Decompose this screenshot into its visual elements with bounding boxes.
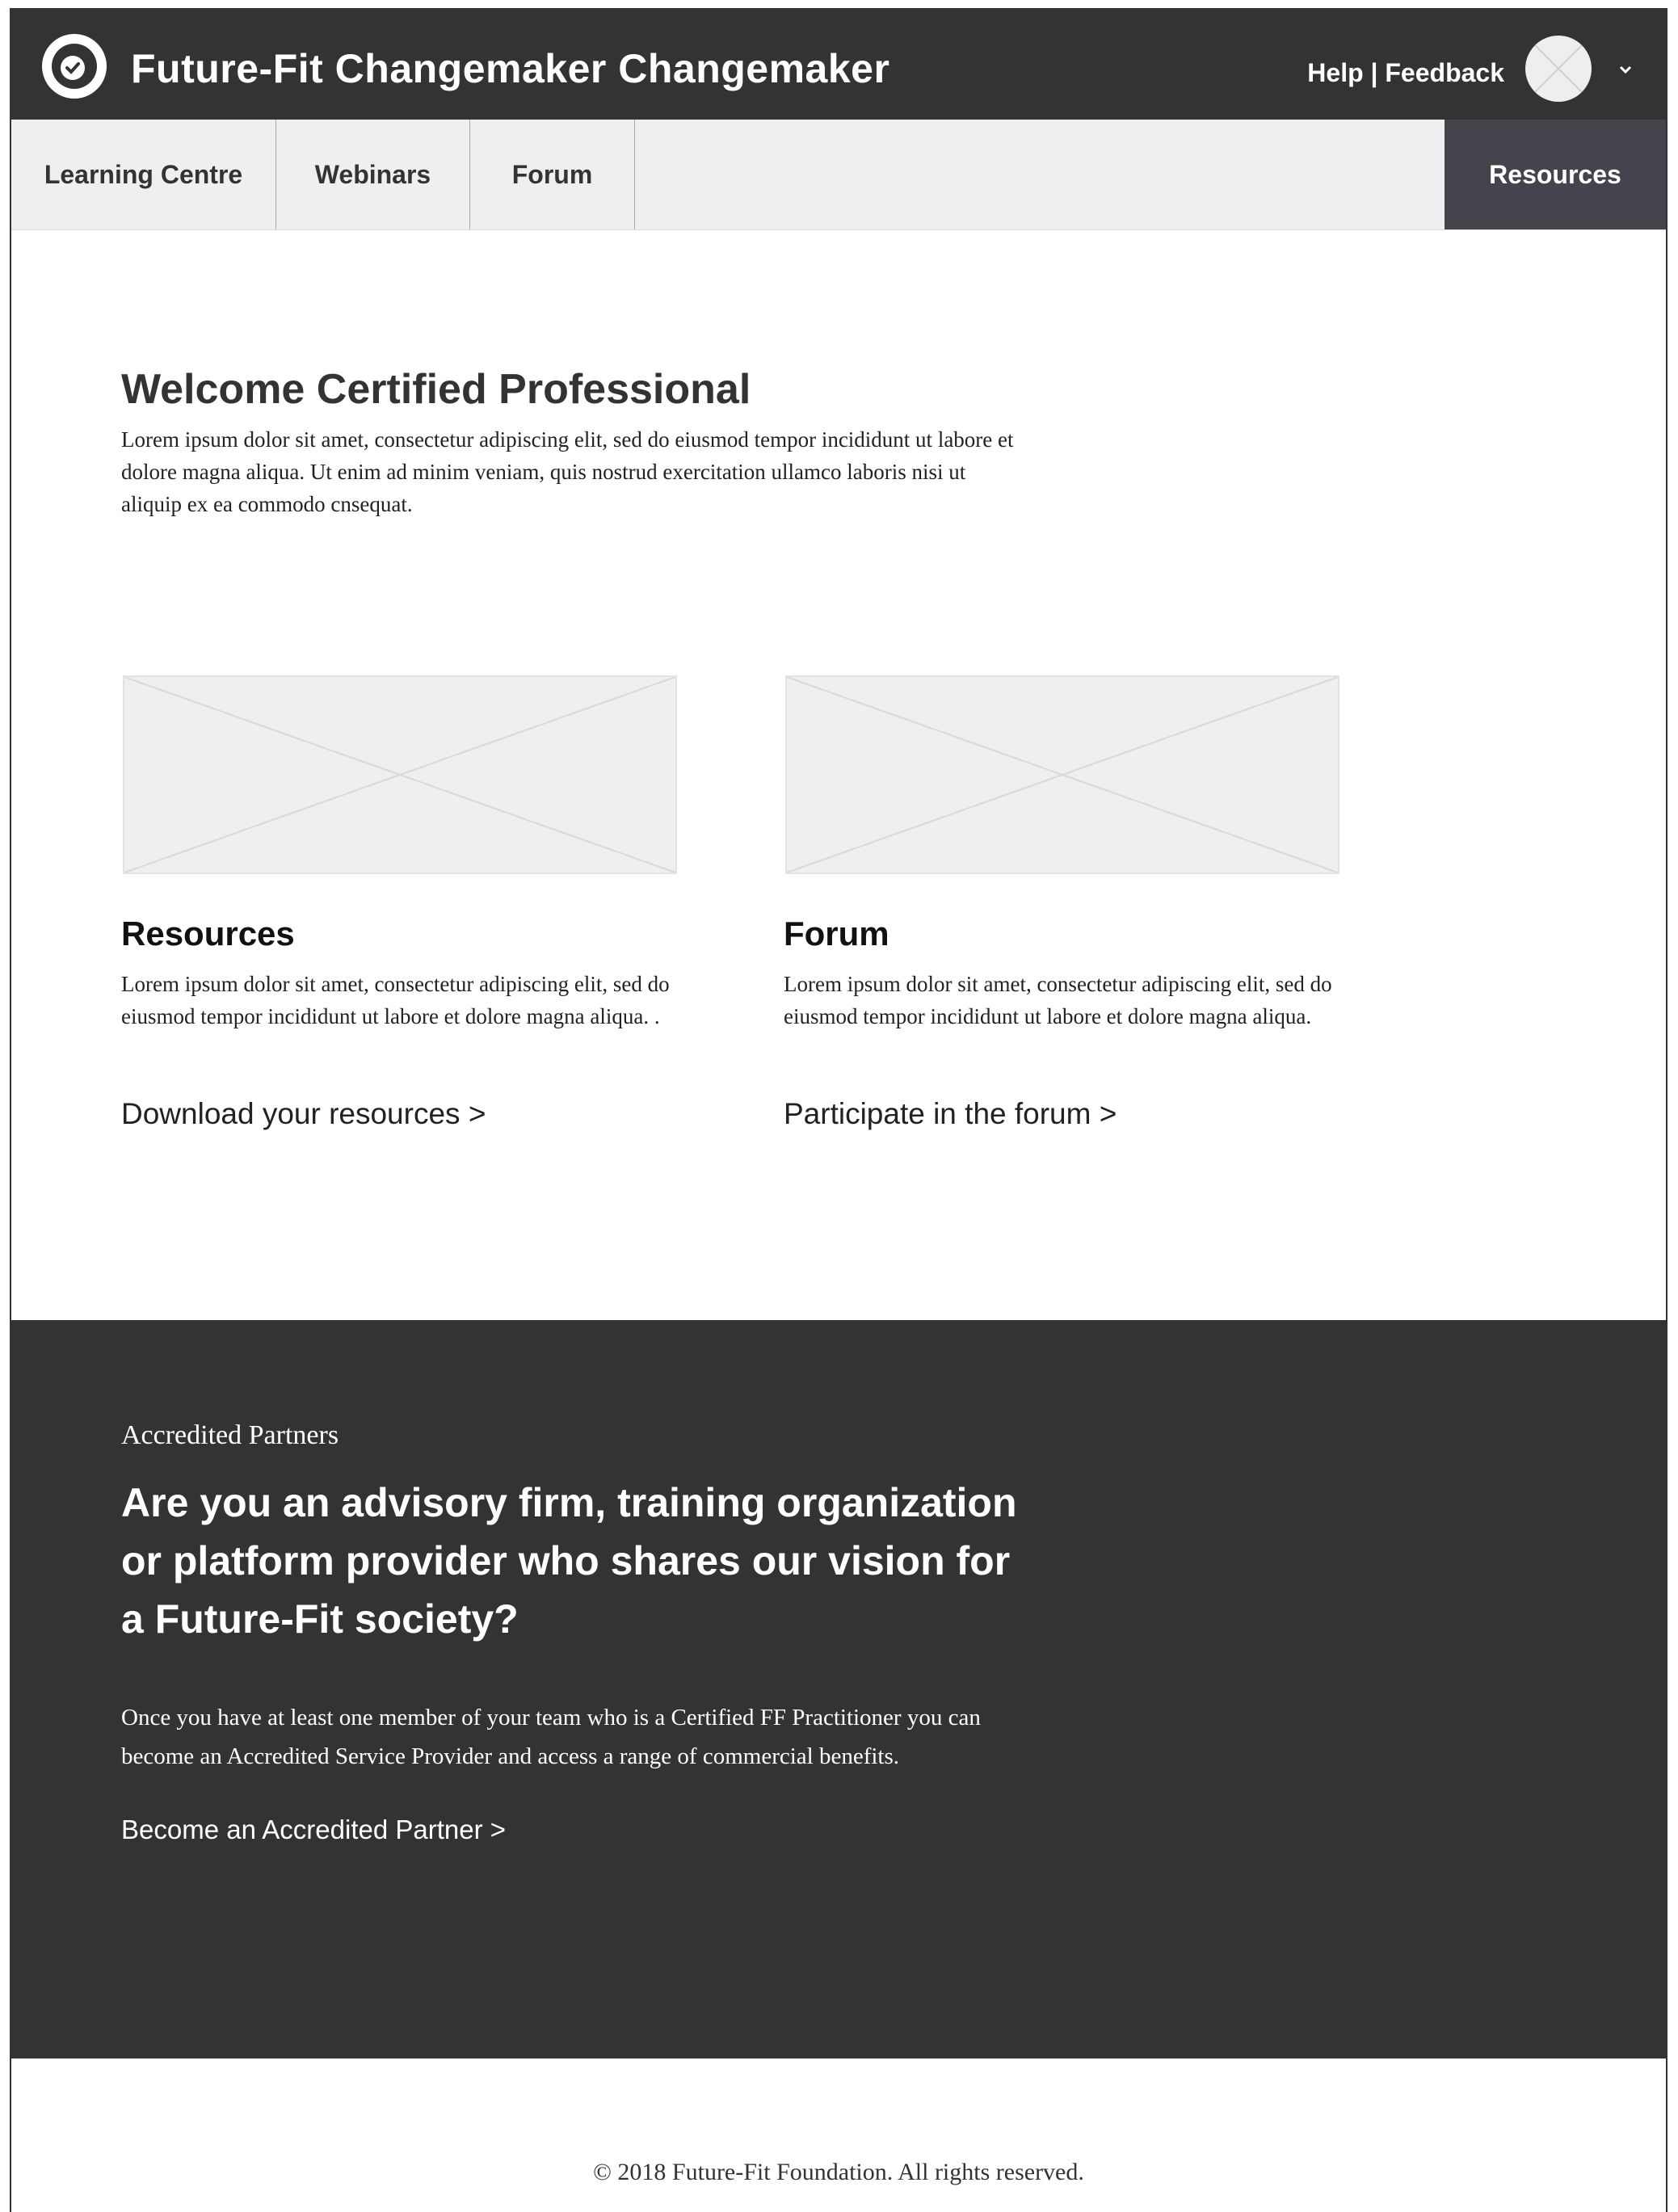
tab-resources[interactable]: Resources [1445, 120, 1666, 229]
forum-card-text: Lorem ipsum dolor sit amet, consectetur … [784, 972, 1332, 1028]
download-resources-link[interactable]: Download your resources > [121, 1097, 486, 1131]
become-partner-link[interactable]: Become an Accredited Partner > [121, 1815, 506, 1845]
tab-webinars[interactable]: Webinars [276, 120, 470, 229]
partners-heading: Are you an advisory firm, training organ… [121, 1480, 1017, 1642]
chevron-down-icon[interactable] [1619, 63, 1632, 76]
top-bar: Future-Fit Changemaker Changemaker Help … [11, 10, 1666, 120]
help-link[interactable]: Help [1307, 58, 1363, 87]
forum-image-placeholder [785, 675, 1339, 874]
tab-forum[interactable]: Forum [470, 120, 635, 229]
app-title: Future-Fit Changemaker Changemaker [131, 46, 890, 91]
avatar-placeholder-icon[interactable] [1525, 36, 1592, 102]
help-separator: | [1370, 58, 1378, 87]
resources-card-title: Resources [121, 915, 295, 953]
tab-learning-centre[interactable]: Learning Centre [11, 120, 276, 229]
welcome-text: Lorem ipsum dolor sit amet, consectetur … [121, 427, 1014, 516]
logo-check-icon[interactable] [42, 34, 107, 99]
forum-card-title: Forum [784, 915, 889, 953]
participate-forum-link[interactable]: Participate in the forum > [784, 1097, 1117, 1131]
partners-text: Once you have at least one member of you… [121, 1705, 981, 1769]
resources-card-text: Lorem ipsum dolor sit amet, consectetur … [121, 972, 670, 1028]
partners-eyebrow: Accredited Partners [121, 1420, 339, 1450]
accredited-partners-section: Accredited Partners Are you an advisory … [11, 1320, 1666, 2059]
page-frame: Future-Fit Changemaker Changemaker Help … [10, 8, 1667, 2212]
main-nav: Learning Centre Webinars Forum Resources [11, 120, 1666, 230]
welcome-title: Welcome Certified Professional [121, 366, 751, 413]
help-links: Help | Feedback [1307, 58, 1504, 88]
resources-image-placeholder [123, 675, 677, 874]
footer-copyright: © 2018 Future-Fit Foundation. All rights… [593, 2159, 1084, 2185]
feedback-link[interactable]: Feedback [1385, 58, 1504, 87]
